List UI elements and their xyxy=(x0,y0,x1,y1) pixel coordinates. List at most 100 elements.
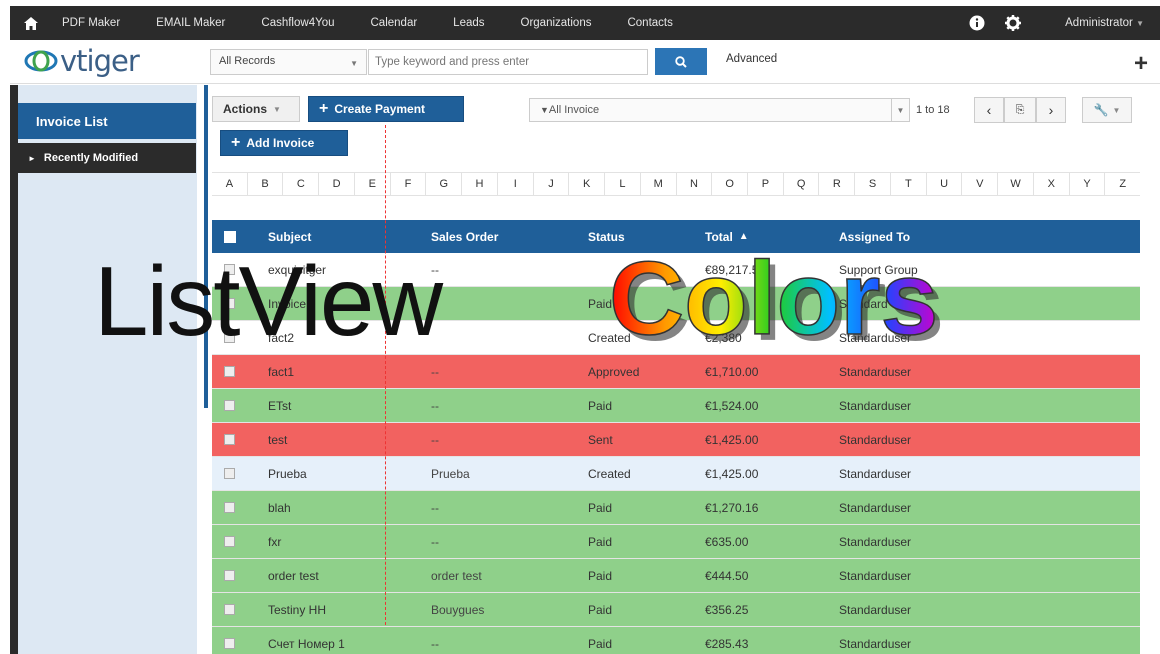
filter-select[interactable]: ▼All Invoice ▼ xyxy=(529,98,910,122)
info-icon[interactable] xyxy=(969,15,985,31)
left-sidebar: Invoice List ► Recently Modified xyxy=(10,85,208,654)
settings-wrench-button[interactable]: 🔧 ▼ xyxy=(1082,97,1132,123)
row-checkbox[interactable] xyxy=(224,355,244,388)
records-select[interactable]: All Records ▼ xyxy=(210,49,367,75)
alpha-letter[interactable]: Q xyxy=(784,173,820,195)
home-button[interactable] xyxy=(10,16,52,30)
page-count: 1 to 18 xyxy=(916,104,950,116)
sidebar-recently-modified[interactable]: ► Recently Modified xyxy=(18,143,196,173)
nav-pdf-maker[interactable]: PDF Maker xyxy=(62,17,120,29)
row-sales-order: -- xyxy=(431,262,439,277)
nav-contacts[interactable]: Contacts xyxy=(627,17,672,29)
alpha-letter[interactable]: M xyxy=(641,173,677,195)
header-sales-order[interactable]: Sales Order xyxy=(431,220,581,253)
row-status: Paid xyxy=(588,500,613,515)
alpha-letter[interactable]: Y xyxy=(1070,173,1106,195)
row-checkbox[interactable] xyxy=(224,491,244,524)
alpha-letter[interactable]: S xyxy=(855,173,891,195)
alpha-letter[interactable]: K xyxy=(569,173,606,195)
alpha-letter[interactable]: Z xyxy=(1105,173,1140,195)
records-select-value: All Records xyxy=(219,55,276,67)
nav-email-maker[interactable]: EMAIL Maker xyxy=(156,17,225,29)
table-row[interactable]: Testiny HH Bouygues Paid €356.25 Standarduse… xyxy=(212,593,1140,627)
checkbox-box xyxy=(224,604,235,615)
row-checkbox[interactable] xyxy=(224,627,244,654)
alpha-letter[interactable]: D xyxy=(319,173,355,195)
nav-cashflow4you[interactable]: Cashflow4You xyxy=(261,17,334,29)
alpha-letter[interactable]: P xyxy=(748,173,784,195)
create-payment-button[interactable]: + Create Payment xyxy=(308,96,464,122)
row-subject[interactable]: order test xyxy=(268,559,428,592)
colors-word: Colors xyxy=(609,241,938,357)
search-bar: vtiger All Records ▼ Advanced + xyxy=(10,40,1160,84)
row-checkbox[interactable] xyxy=(224,525,244,558)
add-invoice-button[interactable]: + Add Invoice xyxy=(220,130,348,156)
row-checkbox[interactable] xyxy=(224,559,244,592)
alpha-letter[interactable]: X xyxy=(1034,173,1070,195)
actions-button[interactable]: Actions ▼ xyxy=(212,96,300,122)
row-subject[interactable]: Счет Номер 1 xyxy=(268,627,428,654)
alpha-letter[interactable]: U xyxy=(927,173,963,195)
vtiger-logo-icon xyxy=(24,50,58,72)
alphabet-filter: ABCDEFGHIJKLMNOPQRSTUVWXYZ xyxy=(212,172,1140,196)
table-row[interactable]: Счет Номер 1 -- Paid €285.43 Standarduser xyxy=(212,627,1140,654)
top-navigation-bar: PDF Maker EMAIL Maker Cashflow4You Calen… xyxy=(10,6,1160,40)
table-row[interactable]: fxr -- Paid €635.00 Standarduser xyxy=(212,525,1140,559)
row-subject[interactable]: fact1 xyxy=(268,355,428,388)
quick-create-plus-icon[interactable]: + xyxy=(1134,52,1148,76)
row-subject[interactable]: Testiny HH xyxy=(268,593,428,626)
row-assigned-to: Standarduser xyxy=(839,534,912,549)
table-row[interactable]: test -- Sent €1,425.00 Standarduser xyxy=(212,423,1140,457)
row-total: €1,270.16 xyxy=(705,500,759,515)
alpha-letter[interactable]: O xyxy=(712,173,749,195)
sidebar-invoice-list[interactable]: Invoice List xyxy=(18,103,196,139)
row-assigned-to: Standarduser xyxy=(839,500,912,515)
previous-page-button[interactable]: ‹ xyxy=(974,97,1004,123)
checkbox-box xyxy=(224,536,235,547)
row-checkbox[interactable] xyxy=(224,423,244,456)
vtiger-logo[interactable]: vtiger xyxy=(24,44,140,78)
nav-organizations[interactable]: Organizations xyxy=(521,17,592,29)
row-total: €1,524.00 xyxy=(705,398,759,413)
row-subject[interactable]: test xyxy=(268,423,428,456)
row-subject[interactable]: blah xyxy=(268,491,428,524)
alpha-letter[interactable]: N xyxy=(677,173,713,195)
wrench-icon: 🔧 xyxy=(1093,103,1109,117)
table-row[interactable]: order test order test Paid €444.50 Standardu… xyxy=(212,559,1140,593)
nav-leads[interactable]: Leads xyxy=(453,17,484,29)
alpha-letter[interactable]: A xyxy=(212,173,248,195)
row-sales-order: Bouygues xyxy=(431,602,485,617)
row-subject[interactable]: Prueba xyxy=(268,457,428,490)
search-input[interactable] xyxy=(368,49,648,75)
alpha-letter[interactable]: W xyxy=(998,173,1034,195)
row-total: €1,425.00 xyxy=(705,466,759,481)
alpha-letter[interactable]: T xyxy=(891,173,927,195)
alpha-letter[interactable]: R xyxy=(819,173,856,195)
advanced-search-link[interactable]: Advanced xyxy=(726,53,777,65)
alpha-letter[interactable]: L xyxy=(605,173,641,195)
row-checkbox[interactable] xyxy=(224,457,244,490)
alpha-letter[interactable]: C xyxy=(283,173,320,195)
row-status: Paid xyxy=(588,398,613,413)
alpha-letter[interactable]: F xyxy=(391,173,427,195)
checkbox-box xyxy=(224,570,235,581)
alpha-letter[interactable]: B xyxy=(248,173,284,195)
alpha-letter[interactable]: V xyxy=(962,173,999,195)
table-row[interactable]: blah -- Paid €1,270.16 Standarduser xyxy=(212,491,1140,525)
table-row[interactable]: ETst -- Paid €1,524.00 Standarduser xyxy=(212,389,1140,423)
alpha-letter[interactable]: G xyxy=(426,173,463,195)
gear-icon[interactable] xyxy=(1005,15,1022,31)
row-subject[interactable]: ETst xyxy=(268,389,428,422)
table-row[interactable]: Prueba Prueba Created €1,425.00 Standarduser xyxy=(212,457,1140,491)
row-subject[interactable]: fxr xyxy=(268,525,428,558)
search-button[interactable] xyxy=(655,48,707,75)
nav-calendar[interactable]: Calendar xyxy=(371,17,418,29)
row-checkbox[interactable] xyxy=(224,389,244,422)
alpha-letter[interactable]: H xyxy=(462,173,498,195)
alpha-letter[interactable]: I xyxy=(498,173,534,195)
row-checkbox[interactable] xyxy=(224,593,244,626)
user-menu[interactable]: Administrator ▼ xyxy=(1065,17,1144,29)
alpha-letter[interactable]: J xyxy=(534,173,570,195)
page-jump-button[interactable]: ⎘ xyxy=(1004,97,1036,123)
next-page-button[interactable]: › xyxy=(1036,97,1066,123)
